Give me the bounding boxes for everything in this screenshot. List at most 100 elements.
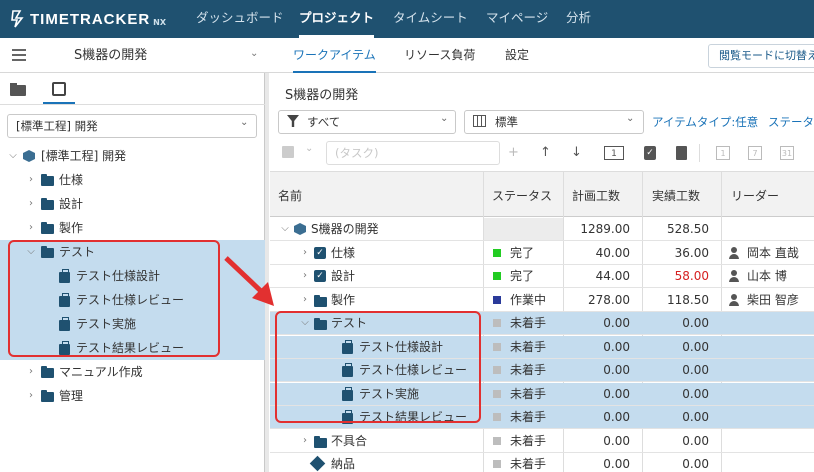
filter-select[interactable]: すべて (278, 110, 456, 134)
item-name: 製作 (331, 293, 356, 307)
add-icon[interactable]: + (508, 146, 519, 160)
plan-cell: 278.00 (588, 293, 630, 307)
folder-icon (41, 366, 54, 378)
name-cell: › 製作 (270, 289, 483, 311)
tree-item[interactable]: › マニュアル作成 (0, 360, 265, 384)
item-type-filter-link[interactable]: アイテムタイプ:任意 (652, 114, 758, 130)
tab-resource-load[interactable]: リソース負荷 (404, 38, 475, 73)
tab-settings[interactable]: 設定 (505, 38, 529, 73)
status-cell (484, 218, 563, 240)
milestone-icon (309, 455, 326, 472)
plan-cell: 40.00 (595, 246, 630, 260)
chevron-icon[interactable]: › (26, 168, 36, 192)
actual-cell: 0.00 (682, 410, 709, 424)
chevron-icon[interactable]: › (300, 265, 310, 287)
col-plan[interactable]: 計画工数 (572, 187, 620, 204)
tab-work-items[interactable]: ワークアイテム (293, 38, 376, 73)
project-icon (23, 150, 35, 162)
person-icon (728, 270, 740, 282)
chevron-icon[interactable]: › (26, 192, 36, 216)
nav-dashboard[interactable]: ダッシュボード (196, 0, 284, 38)
tree-item-label: [標準工程] 開発 (41, 149, 127, 163)
col-status[interactable]: ステータス (492, 187, 552, 204)
folder-icon (314, 436, 327, 448)
actual-cell: 0.00 (682, 457, 709, 471)
actual-cell: 0.00 (682, 316, 709, 330)
item-type-icon[interactable] (282, 146, 294, 158)
actual-cell: 528.50 (667, 222, 709, 236)
template-select[interactable]: [標準工程] 開発 (7, 114, 257, 138)
actual-cell: 0.00 (682, 434, 709, 448)
table-row[interactable]: ⌵ S機器の開発 1289.00 528.50 (270, 218, 814, 241)
list-view-icon[interactable] (52, 82, 66, 96)
status-color-icon (493, 390, 501, 398)
folder-view-icon[interactable] (10, 83, 26, 96)
table-row[interactable]: › 製作 作業中 278.00 118.50 柴田 智彦 (270, 289, 814, 312)
person-icon (728, 247, 740, 259)
item-name: 納品 (331, 457, 356, 471)
tree-item[interactable]: › 製作 (0, 216, 265, 240)
nav-analysis[interactable]: 分析 (566, 0, 591, 38)
item-type-chevron-icon[interactable]: ⌄ (305, 143, 313, 154)
chevron-icon[interactable]: › (300, 289, 310, 311)
tree-item[interactable]: › 仕様 (0, 168, 265, 192)
tree-item-label: 設計 (59, 197, 84, 211)
complete-icon[interactable]: ✓ (644, 146, 656, 160)
move-down-icon[interactable]: ↓ (571, 146, 582, 160)
plan-cell: 0.00 (603, 316, 630, 330)
status-filter-link[interactable]: ステータ (768, 114, 814, 130)
status-color-icon (493, 272, 501, 280)
tree-item[interactable]: › 管理 (0, 384, 265, 408)
chevron-icon[interactable]: › (300, 430, 310, 452)
calendar-month-icon[interactable]: 31 (780, 146, 794, 160)
nav-mypage[interactable]: マイページ (486, 0, 548, 38)
tree-item[interactable]: › 設計 (0, 192, 265, 216)
folder-icon (314, 295, 327, 307)
table-row[interactable]: › 不具合 未着手 0.00 0.00 (270, 430, 814, 453)
chevron-icon[interactable]: ⌵ (280, 218, 290, 240)
new-item-input[interactable]: (タスク) (326, 141, 500, 165)
chevron-icon[interactable]: › (26, 360, 36, 384)
table-row[interactable]: › ✓ 設計 完了 44.00 58.00 山本 博 (270, 265, 814, 288)
tree-item-label: 管理 (59, 389, 84, 403)
highlight-box-right (275, 311, 481, 423)
chevron-icon[interactable]: › (300, 242, 310, 264)
app-logo[interactable]: TIMETRACKER NX (10, 7, 166, 31)
outdent-icon[interactable]: 1 (604, 146, 624, 160)
col-name[interactable]: 名前 (278, 187, 302, 204)
plan-cell: 0.00 (603, 434, 630, 448)
workitem-title: S機器の開発 (285, 88, 359, 103)
actual-cell: 0.00 (682, 340, 709, 354)
item-name: 設計 (331, 269, 356, 283)
status-color-icon (493, 343, 501, 351)
leader-cell: 山本 博 (747, 269, 787, 283)
name-cell: › ✓ 設計 (270, 265, 483, 287)
chevron-icon[interactable]: › (26, 216, 36, 240)
name-cell: 納品 (270, 453, 483, 472)
chevron-icon[interactable]: › (26, 384, 36, 408)
name-cell: › 不具合 (270, 430, 483, 452)
project-name[interactable]: S機器の開発 (74, 38, 147, 73)
col-leader[interactable]: リーダー (731, 187, 779, 204)
table-row[interactable]: 納品 未着手 0.00 0.00 (270, 453, 814, 472)
view-select[interactable]: 標準 (464, 110, 644, 134)
table-row[interactable]: › ✓ 仕様 完了 40.00 36.00 岡本 直哉 (270, 242, 814, 265)
project-dropdown-chevron-icon[interactable]: ⌄ (250, 48, 258, 59)
delete-icon[interactable] (676, 146, 687, 160)
nav-project[interactable]: プロジェクト (299, 0, 375, 38)
item-name: 仕様 (331, 246, 356, 260)
folder-icon (41, 390, 54, 402)
plan-cell: 0.00 (603, 387, 630, 401)
nav-timesheet[interactable]: タイムシート (393, 0, 468, 38)
read-mode-button[interactable]: 閲覧モードに切替え (708, 44, 814, 68)
calendar-start-icon[interactable]: 1 (716, 146, 730, 160)
col-actual[interactable]: 実績工数 (652, 187, 700, 204)
move-up-icon[interactable]: ↑ (540, 146, 551, 160)
hamburger-menu-icon[interactable] (12, 49, 26, 61)
actual-cell: 36.00 (674, 246, 709, 260)
checkbox-icon: ✓ (314, 247, 326, 259)
chevron-icon[interactable]: ⌵ (8, 144, 18, 168)
status-color-icon (493, 319, 501, 327)
calendar-end-icon[interactable]: 7 (748, 146, 762, 160)
tree-item[interactable]: ⌵ [標準工程] 開発 (0, 144, 265, 168)
